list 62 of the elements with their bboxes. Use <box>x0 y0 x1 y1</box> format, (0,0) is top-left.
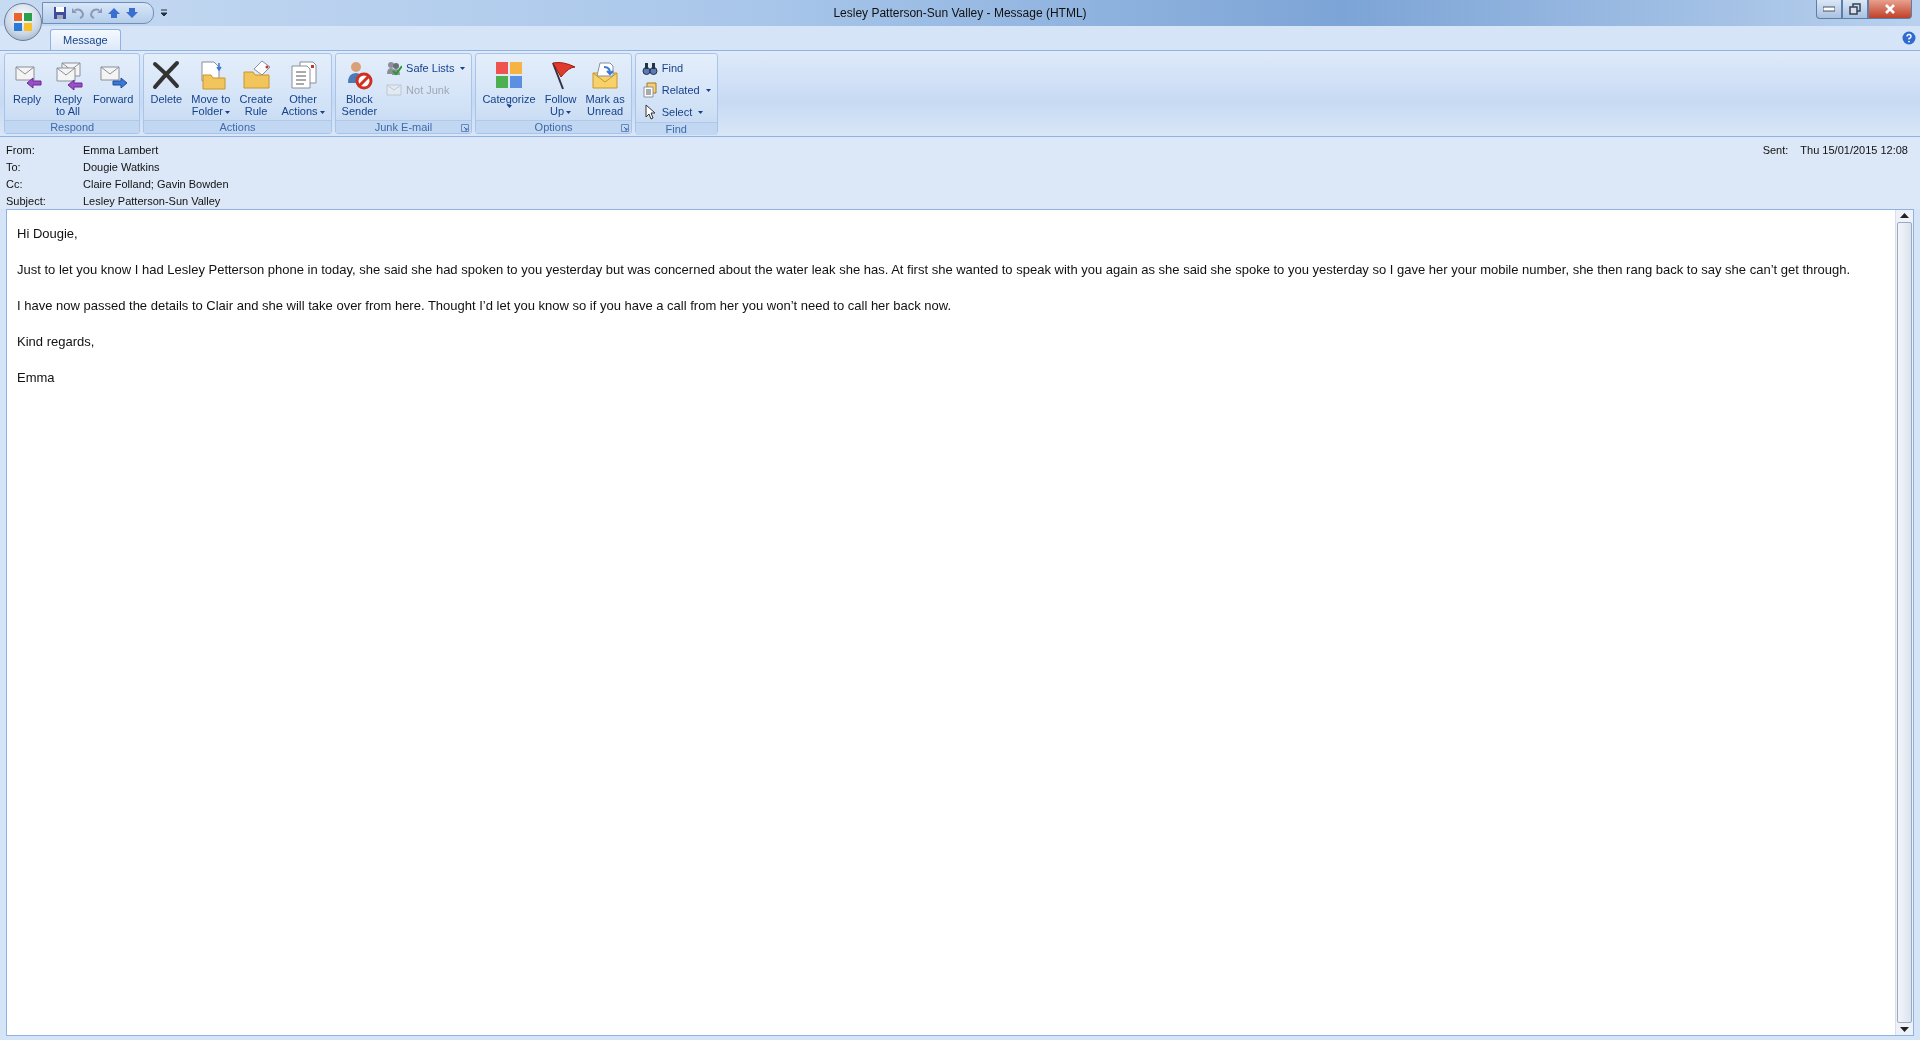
ribbon-button[interactable]: Select <box>637 102 715 122</box>
people-check-icon <box>386 60 403 76</box>
minimize-button[interactable] <box>1816 0 1842 19</box>
binoculars-icon <box>641 60 658 76</box>
group-label: Respond <box>50 121 95 133</box>
scroll-thumb[interactable] <box>1897 222 1912 1023</box>
scroll-up-icon[interactable] <box>1900 212 1909 218</box>
ribbon-button[interactable]: Move to Folder <box>187 56 235 120</box>
folder-tag-icon <box>240 59 272 91</box>
ribbon-button[interactable]: Delete <box>146 56 187 108</box>
ribbon-button[interactable]: Other Actions <box>277 56 329 120</box>
documents-icon <box>641 82 658 98</box>
close-button[interactable] <box>1868 0 1912 19</box>
paragraph: Just to let you know I had Lesley Petterson phone in today, she said she had spoken to you yesterday but was concerned about the water leak she has. At first she wanted to speak with you again as she said she spoke to you yesterday so I gave her your mobile number, she then rang back to say she can’t get through. <box>17 261 1852 279</box>
paragraph: Kind regards, <box>17 333 96 351</box>
restore-icon <box>1849 3 1861 15</box>
down-arrow-icon[interactable] <box>125 6 139 20</box>
ribbon-button[interactable]: Mark as Unread <box>581 56 629 120</box>
customize-caret-icon[interactable] <box>160 9 168 17</box>
ribbon-button[interactable]: Create Rule <box>235 56 277 120</box>
ribbon-button[interactable]: Forward <box>89 56 138 108</box>
ribbon-tab[interactable]: Message <box>50 29 121 50</box>
logo-icon <box>12 11 34 33</box>
field-label: To: <box>6 160 22 174</box>
field-label: Cc: <box>6 177 24 191</box>
help-icon[interactable] <box>1902 31 1916 45</box>
scrollbar[interactable] <box>1895 210 1913 1035</box>
ribbon-button[interactable]: Safe Lists <box>382 58 470 78</box>
ribbon-button[interactable]: Reply to All <box>48 56 88 120</box>
ribbon-button[interactable]: Follow Up <box>540 56 581 120</box>
field-value: Emma Lambert <box>83 143 160 157</box>
field-value: Lesley Patterson-Sun Valley <box>83 194 222 208</box>
group-label: Find <box>665 123 687 135</box>
ribbon-button[interactable]: Reply <box>7 56 47 108</box>
scroll-down-icon[interactable] <box>1900 1027 1909 1033</box>
field-value: Dougie Watkins <box>83 160 161 174</box>
field-value: Claire Folland; Gavin Bowden <box>83 177 229 191</box>
ribbon-button[interactable]: Find <box>637 58 715 78</box>
window-title: Lesley Patterson-Sun Valley - Message (HTML) <box>833 6 1087 20</box>
restore-button[interactable] <box>1842 0 1868 19</box>
color-squares-icon <box>493 59 525 91</box>
close-icon <box>1884 3 1896 15</box>
group-label: Actions <box>219 121 256 133</box>
up-arrow-icon[interactable] <box>107 6 121 20</box>
paragraph: Hi Dougie, <box>17 225 79 243</box>
dialog-launcher-icon[interactable] <box>620 124 629 132</box>
ribbon-button[interactable]: Block Sender <box>337 56 382 120</box>
field-value: Thu 15/01/2015 12:08 <box>1800 143 1908 158</box>
paragraph: Emma <box>17 369 56 387</box>
ribbon-button[interactable]: Categorize <box>478 56 540 111</box>
ribbon-button[interactable]: Related <box>637 80 715 100</box>
dialog-launcher-icon[interactable] <box>461 124 470 132</box>
save-icon[interactable] <box>53 6 67 20</box>
field-label: From: <box>6 143 36 157</box>
group-label: Options <box>534 121 573 133</box>
group-label: Junk E-mail <box>374 121 433 133</box>
minimize-icon <box>1823 6 1835 12</box>
field-label: Sent: <box>1762 143 1789 158</box>
redo-icon[interactable] <box>89 6 103 20</box>
paragraph: I have now passed the details to Clair and she will take over from here. Thought I’d let you know so if you have a call from her you won’t need to call her back now. <box>17 297 953 315</box>
field-label: Subject: <box>6 194 47 208</box>
envelope-icon <box>386 82 403 98</box>
